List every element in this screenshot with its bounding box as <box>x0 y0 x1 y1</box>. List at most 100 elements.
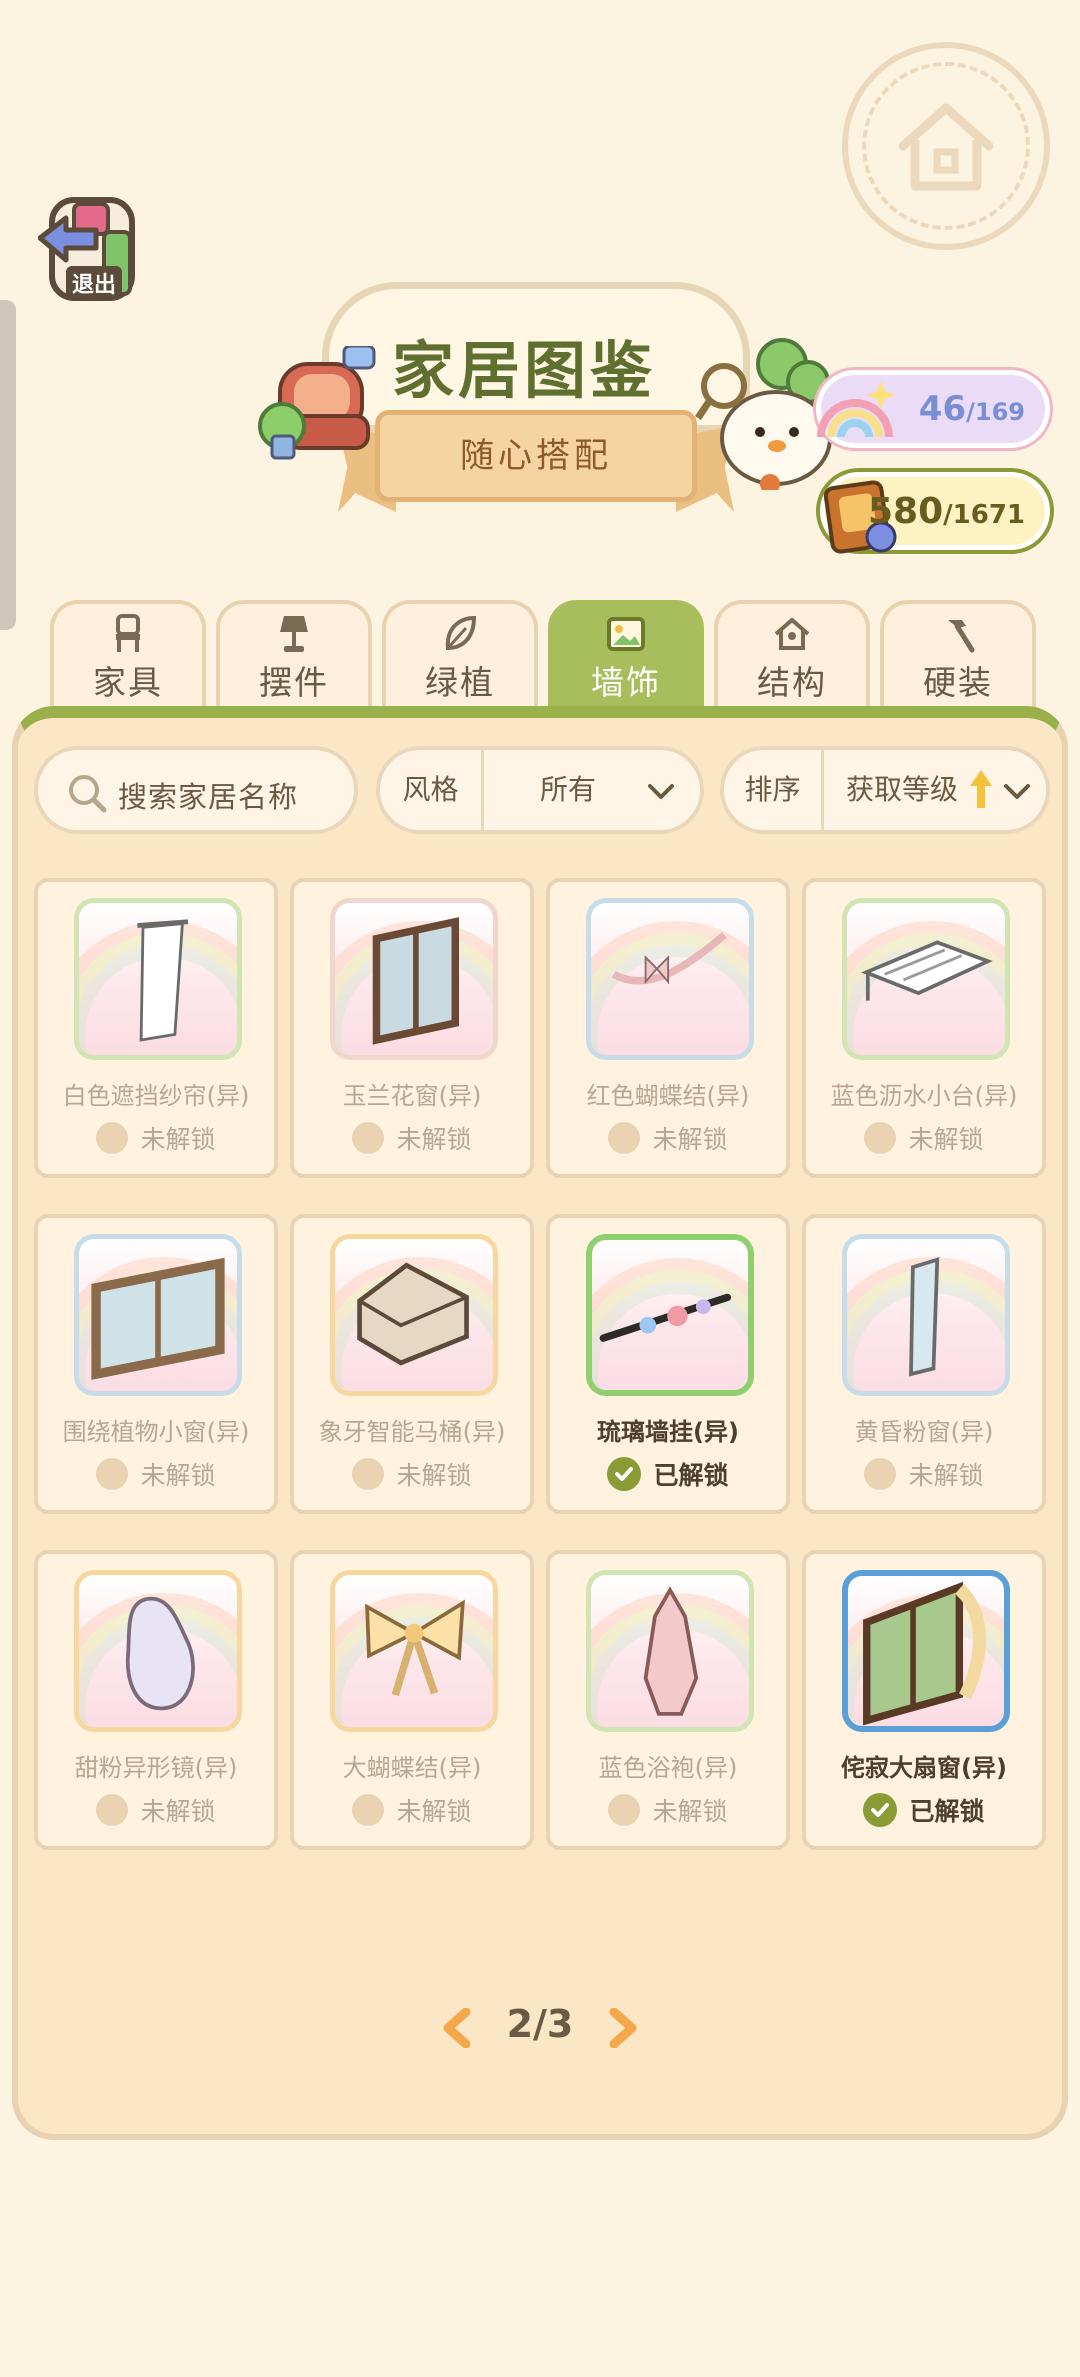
item-card[interactable]: 甜粉异形镜(异) 未解锁 <box>34 1550 278 1850</box>
exit-label: 退出 <box>66 266 123 300</box>
lock-status: 未解锁 <box>294 1792 530 1828</box>
lock-dot-icon <box>864 1122 897 1154</box>
next-page-arrow-icon[interactable] <box>606 2008 640 2048</box>
page-subtitle: 随心搭配 <box>460 436 612 476</box>
item-name: 琉璃墙挂(异) <box>597 1418 739 1446</box>
style-filter-label: 风格 <box>380 750 484 830</box>
big-bow-icon <box>365 1599 465 1697</box>
picture-icon <box>607 617 645 651</box>
search-input[interactable]: 搜索家居名称 <box>34 746 358 834</box>
lock-dot-icon <box>96 1458 129 1490</box>
lock-status: 未解锁 <box>38 1120 274 1156</box>
tab-structure[interactable]: 结构 <box>714 600 870 712</box>
lock-status: 未解锁 <box>806 1120 1042 1156</box>
lock-dot-icon <box>352 1794 385 1826</box>
chevron-down-icon <box>1004 784 1030 799</box>
lock-status-label: 未解锁 <box>140 1461 216 1490</box>
lock-status: 未解锁 <box>806 1456 1042 1492</box>
item-card[interactable]: 蓝色浴袍(异) 未解锁 <box>546 1550 790 1850</box>
house-icon <box>774 618 810 650</box>
leaf-icon <box>445 615 477 651</box>
tab-label: 结构 <box>757 663 827 702</box>
lock-status-label: 未解锁 <box>652 1125 728 1154</box>
item-name: 甜粉异形镜(异) <box>74 1754 238 1782</box>
lock-status: 未解锁 <box>550 1120 786 1156</box>
item-card[interactable]: 大蝴蝶结(异) 未解锁 <box>290 1550 534 1850</box>
chevron-down-icon <box>648 784 674 799</box>
lock-status: 未解锁 <box>294 1120 530 1156</box>
item-card[interactable]: 黄昏粉窗(异) 未解锁 <box>802 1214 1046 1514</box>
item-thumbnail <box>330 1234 498 1396</box>
side-edge-handle <box>0 300 16 630</box>
lock-dot-icon <box>96 1122 129 1154</box>
ascending-arrow-icon <box>970 770 992 808</box>
item-name: 红色蝴蝶结(异) <box>586 1082 750 1110</box>
item-card[interactable]: 围绕植物小窗(异) 未解锁 <box>34 1214 278 1514</box>
item-card[interactable]: 琉璃墙挂(异) 已解锁 <box>546 1214 790 1514</box>
rainbow-count: 46 <box>918 389 967 429</box>
item-name: 蓝色浴袍(异) <box>598 1754 738 1782</box>
item-name: 围绕植物小窗(异) <box>62 1418 250 1446</box>
check-icon <box>863 1793 898 1827</box>
sort-dropdown[interactable]: 排序 获取等级 <box>720 746 1050 834</box>
book-count: 580 <box>867 491 944 532</box>
lock-status: 已解锁 <box>550 1456 786 1492</box>
drain-rack-icon <box>860 940 993 1001</box>
item-thumbnail <box>586 1570 754 1732</box>
slim-window-icon <box>909 1257 940 1377</box>
book-collection-counter: 580/1671 <box>820 472 1050 554</box>
home-button[interactable] <box>842 42 1050 250</box>
item-card[interactable]: 蓝色沥水小台(异) 未解锁 <box>802 878 1046 1178</box>
item-name: 玉兰花窗(异) <box>342 1082 482 1110</box>
lock-status-label: 未解锁 <box>140 1797 216 1826</box>
item-card[interactable]: 玉兰花窗(异) 未解锁 <box>290 878 534 1178</box>
page-indicator: 2/3 <box>506 2002 574 2046</box>
lock-status: 未解锁 <box>294 1456 530 1492</box>
item-thumbnail <box>842 1234 1010 1396</box>
lock-status-label: 未解锁 <box>396 1461 472 1490</box>
tab-label: 硬装 <box>923 663 993 702</box>
item-card[interactable]: 白色遮挡纱帘(异) 未解锁 <box>34 878 278 1178</box>
tab-hardware[interactable]: 硬装 <box>880 600 1036 712</box>
window-icon <box>372 917 460 1045</box>
pagination: 2/3 <box>430 2000 650 2056</box>
lock-status-label: 未解锁 <box>908 1461 984 1490</box>
style-filter-dropdown[interactable]: 风格 所有 <box>376 746 704 834</box>
chair-icon <box>116 614 140 652</box>
item-thumbnail <box>586 1234 754 1396</box>
search-icon <box>69 775 107 813</box>
lamp-icon <box>280 616 308 652</box>
tab-furniture[interactable]: 家具 <box>50 600 206 712</box>
lock-dot-icon <box>96 1794 129 1826</box>
item-card[interactable]: 红色蝴蝶结(异) 未解锁 <box>546 878 790 1178</box>
item-card[interactable]: 侘寂大扇窗(异) 已解锁 <box>802 1550 1046 1850</box>
tab-ornaments[interactable]: 摆件 <box>216 600 372 712</box>
search-placeholder: 搜索家居名称 <box>118 780 299 814</box>
tab-plants[interactable]: 绿植 <box>382 600 538 712</box>
rainbow-icon <box>817 381 895 438</box>
check-icon <box>607 1457 642 1491</box>
tab-wall-decor[interactable]: 墙饰 <box>548 600 704 712</box>
tab-label: 墙饰 <box>591 663 661 702</box>
item-thumbnail <box>74 1234 242 1396</box>
sofa-decoration-icon <box>258 346 376 460</box>
category-tabs: 家具 摆件 绿植 墙饰 结构 硬装 <box>50 600 1040 712</box>
prev-page-arrow-icon[interactable] <box>440 2008 474 2048</box>
item-thumbnail <box>586 898 754 1060</box>
lock-dot-icon <box>608 1122 641 1154</box>
book-total: /1671 <box>943 500 1025 530</box>
item-name: 象牙智能马桶(异) <box>318 1418 506 1446</box>
lock-status-label: 未解锁 <box>396 1797 472 1826</box>
bow-garland-icon <box>611 932 727 985</box>
lock-status-label: 已解锁 <box>653 1461 729 1490</box>
lock-dot-icon <box>864 1458 897 1490</box>
curtain-icon <box>137 919 189 1042</box>
exit-button[interactable]: 退出 <box>38 192 144 308</box>
item-thumbnail <box>74 1570 242 1732</box>
item-name: 黄昏粉窗(异) <box>854 1418 994 1446</box>
sash-window-icon <box>863 1581 986 1726</box>
item-card[interactable]: 象牙智能马桶(异) 未解锁 <box>290 1214 534 1514</box>
item-name: 白色遮挡纱帘(异) <box>62 1082 250 1110</box>
item-name: 大蝴蝶结(异) <box>342 1754 482 1782</box>
item-thumbnail <box>842 1570 1010 1732</box>
